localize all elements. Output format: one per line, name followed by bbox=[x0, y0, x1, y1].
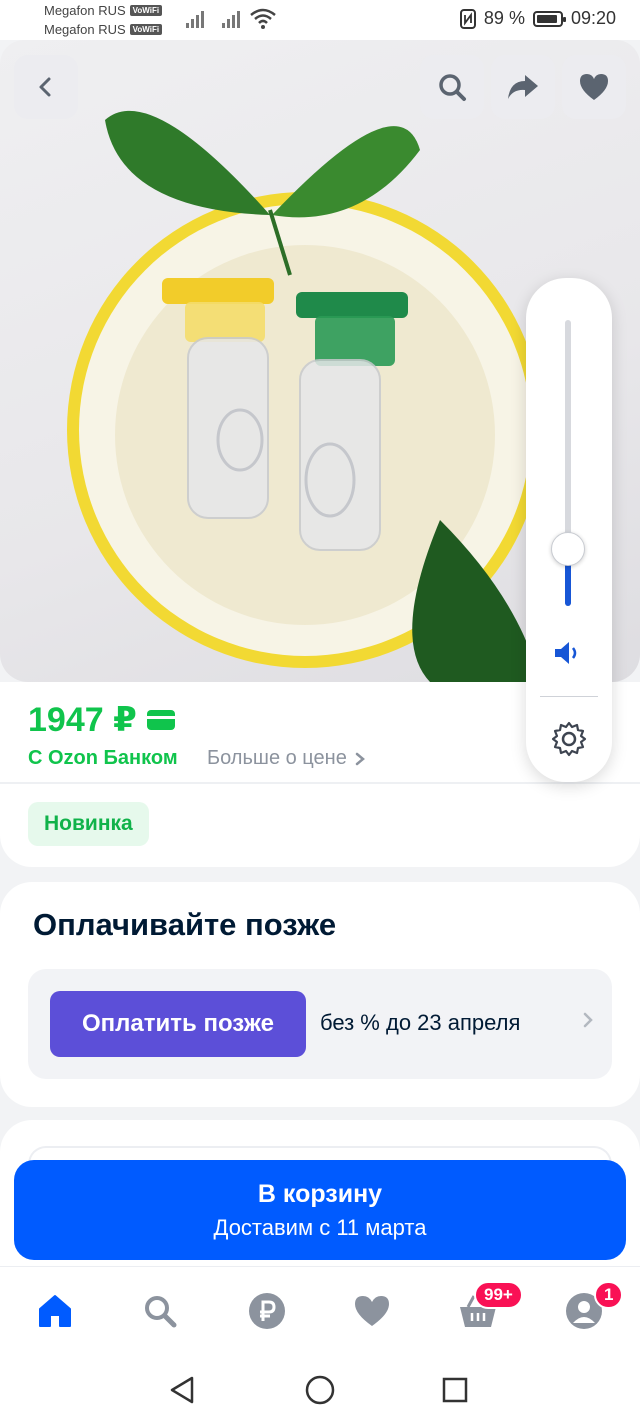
circle-home-icon bbox=[305, 1375, 335, 1405]
battery-percent: 89 % bbox=[483, 8, 525, 28]
system-back-button[interactable] bbox=[162, 1370, 202, 1410]
profile-notification-badge: 1 bbox=[594, 1281, 624, 1309]
delivery-date: Доставим с 11 марта bbox=[213, 1215, 427, 1240]
share-icon bbox=[508, 75, 538, 99]
bank-card-icon bbox=[146, 710, 175, 730]
carrier-2: Megafon RUS VoWiFi bbox=[44, 22, 163, 37]
battery-icon bbox=[532, 10, 566, 27]
price-value: 1947 ₽ bbox=[28, 701, 137, 739]
system-recents-button[interactable] bbox=[435, 1370, 475, 1410]
volume-panel bbox=[526, 278, 612, 782]
divider bbox=[0, 782, 640, 784]
nav-search[interactable] bbox=[138, 1289, 182, 1333]
paylater-terms: без % до 23 апреля bbox=[320, 1010, 521, 1035]
paylater-row[interactable]: Оплатить позже без % до 23 апреля bbox=[28, 969, 612, 1079]
search-icon bbox=[145, 1296, 177, 1328]
wifi-icon bbox=[250, 8, 276, 29]
signal-icon bbox=[222, 10, 240, 28]
volume-divider bbox=[540, 696, 598, 697]
more-about-price-link[interactable]: Больше о цене bbox=[207, 747, 365, 770]
search-icon bbox=[439, 74, 466, 101]
add-to-cart-label: В корзину bbox=[257, 1180, 383, 1208]
signal-icon bbox=[186, 10, 204, 28]
chevron-right-icon bbox=[583, 1012, 593, 1028]
carrier-1: Megafon RUS VoWiFi bbox=[44, 3, 163, 18]
nav-cart[interactable]: 99+ bbox=[456, 1281, 523, 1333]
back-button[interactable] bbox=[14, 55, 78, 119]
ozon-bank-label: С Ozon Банком bbox=[28, 747, 178, 769]
clock: 09:20 bbox=[570, 8, 616, 28]
system-nav-bar bbox=[0, 1356, 640, 1423]
heart-icon bbox=[580, 74, 608, 100]
nfc-icon bbox=[459, 8, 476, 29]
ruble-icon bbox=[249, 1293, 285, 1329]
price: 1947 ₽ bbox=[28, 700, 175, 740]
cart-count-badge: 99+ bbox=[474, 1281, 523, 1309]
add-to-cart-button[interactable]: В корзину Доставим с 11 марта bbox=[14, 1160, 626, 1260]
new-badge: Новинка bbox=[28, 802, 149, 846]
system-home-button[interactable] bbox=[300, 1370, 340, 1410]
pay-later-button[interactable]: Оплатить позже bbox=[50, 991, 306, 1057]
share-button[interactable] bbox=[491, 55, 555, 119]
vowifi-badge: VoWiFi bbox=[129, 24, 163, 35]
status-bar: Megafon RUS VoWiFi Megafon RUS VoWiFi 89… bbox=[0, 0, 640, 40]
heart-icon bbox=[355, 1296, 389, 1326]
home-icon bbox=[39, 1295, 71, 1327]
chevron-left-icon bbox=[39, 77, 51, 97]
nav-profile[interactable]: 1 bbox=[562, 1281, 624, 1333]
nav-favorites[interactable] bbox=[350, 1289, 394, 1333]
speaker-icon[interactable] bbox=[553, 640, 583, 666]
paylater-card: Оплачивайте позже Оплатить позже без % д… bbox=[0, 882, 640, 1107]
carrier-2-label: Megafon RUS bbox=[44, 22, 126, 37]
vowifi-badge: VoWiFi bbox=[129, 5, 163, 16]
volume-thumb[interactable] bbox=[551, 532, 585, 566]
nav-home[interactable] bbox=[33, 1289, 77, 1333]
status-right: 89 % 09:20 bbox=[459, 8, 616, 29]
square-recents-icon bbox=[442, 1377, 468, 1403]
more-about-price-label: Больше о цене bbox=[207, 747, 347, 769]
gear-icon[interactable] bbox=[550, 720, 588, 758]
nav-finance[interactable] bbox=[245, 1289, 289, 1333]
paylater-title: Оплачивайте позже bbox=[33, 907, 337, 942]
chevron-right-icon bbox=[355, 752, 365, 765]
favorite-button[interactable] bbox=[562, 55, 626, 119]
search-button[interactable] bbox=[420, 55, 484, 119]
triangle-back-icon bbox=[170, 1376, 194, 1404]
bottom-nav: 99+ 1 bbox=[0, 1266, 640, 1356]
carrier-1-label: Megafon RUS bbox=[44, 3, 126, 18]
